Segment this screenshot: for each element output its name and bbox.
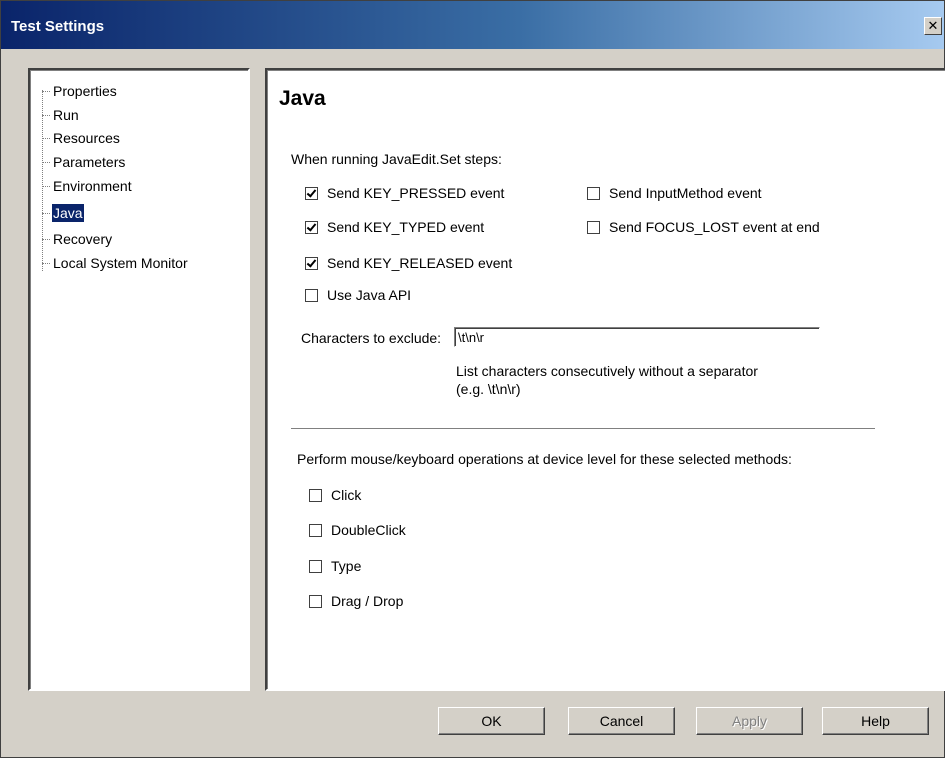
checkbox-box[interactable] bbox=[309, 595, 322, 608]
exclude-label: Characters to exclude: bbox=[301, 330, 442, 346]
tree-item-label: Resources bbox=[53, 130, 120, 146]
window-title: Test Settings bbox=[11, 18, 105, 35]
help-button[interactable]: Help bbox=[822, 707, 929, 735]
checkbox-box[interactable] bbox=[305, 257, 318, 270]
checkbox-label: Send KEY_RELEASED event bbox=[327, 255, 513, 271]
checkbox-box[interactable] bbox=[587, 221, 600, 234]
cancel-button[interactable]: Cancel bbox=[568, 707, 675, 735]
checkbox-box[interactable] bbox=[305, 221, 318, 234]
characters-to-exclude-input[interactable] bbox=[454, 327, 820, 347]
close-icon: ✕ bbox=[927, 18, 939, 33]
java-settings-pane: Java When running JavaEdit.Set steps: Se… bbox=[265, 68, 945, 691]
close-button[interactable]: ✕ bbox=[924, 17, 942, 35]
checkbox-label: DoubleClick bbox=[331, 522, 406, 538]
checkbox-box[interactable] bbox=[309, 524, 322, 537]
checkbox-label: Use Java API bbox=[327, 287, 412, 303]
checkbox-box[interactable] bbox=[309, 560, 322, 573]
checkbox-label: Click bbox=[331, 487, 362, 503]
divider bbox=[291, 428, 875, 430]
title-bar[interactable]: Test Settings ✕ bbox=[1, 1, 944, 49]
checkbox-box[interactable] bbox=[305, 187, 318, 200]
checkbox-label: Send KEY_TYPED event bbox=[327, 219, 485, 235]
checkbox-box[interactable] bbox=[587, 187, 600, 200]
checkbox-label: Send KEY_PRESSED event bbox=[327, 185, 505, 201]
tree-item-label: Parameters bbox=[53, 154, 126, 170]
checkbox-label: Drag / Drop bbox=[331, 593, 404, 609]
checkbox-label: Send InputMethod event bbox=[609, 185, 762, 201]
checkbox-label: Send FOCUS_LOST event at end bbox=[609, 219, 820, 235]
tree-connector bbox=[42, 90, 43, 271]
exclude-hint-line-1: List characters consecutively without a … bbox=[456, 363, 758, 379]
checkbox-box[interactable] bbox=[305, 289, 318, 302]
test-settings-dialog: Test Settings ✕ Properties Run Resources… bbox=[0, 0, 945, 758]
tree-item-label: Environment bbox=[53, 178, 132, 194]
checkbox-box[interactable] bbox=[309, 489, 322, 502]
tree-item-label: Java bbox=[52, 204, 84, 222]
device-level-label: Perform mouse/keyboard operations at dev… bbox=[297, 451, 792, 467]
page-title: Java bbox=[279, 87, 326, 110]
exclude-hint-line-2: (e.g. \t\n\r) bbox=[456, 381, 521, 397]
settings-tree: Properties Run Resources Parameters Envi… bbox=[28, 68, 250, 691]
apply-button[interactable]: Apply bbox=[696, 707, 803, 735]
ok-button[interactable]: OK bbox=[438, 707, 545, 735]
set-steps-label: When running JavaEdit.Set steps: bbox=[291, 151, 502, 167]
tree-item-label: Run bbox=[53, 107, 79, 123]
tree-item-label: Recovery bbox=[53, 231, 113, 247]
checkbox-label: Type bbox=[331, 558, 362, 574]
tree-item-label: Local System Monitor bbox=[53, 255, 188, 271]
tree-item-label: Properties bbox=[53, 83, 117, 99]
